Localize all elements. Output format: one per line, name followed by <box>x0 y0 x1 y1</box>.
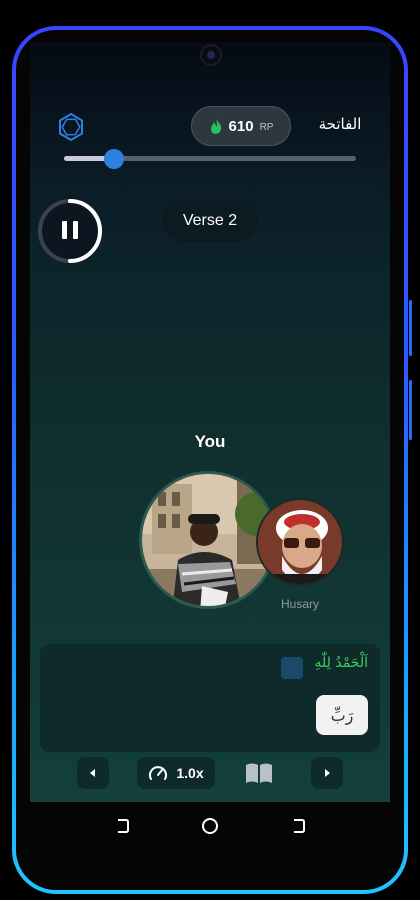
next-button[interactable] <box>311 757 343 789</box>
book-icon <box>246 763 272 783</box>
speed-button[interactable]: 1.0x <box>137 757 215 789</box>
chevron-left-icon <box>90 769 95 777</box>
speed-label: 1.0x <box>176 765 204 781</box>
back-button[interactable] <box>288 816 308 836</box>
word-marker[interactable] <box>281 657 303 679</box>
chevron-right-icon <box>325 769 330 777</box>
verse-arabic-text: اَلْحَمْدُ لِلّٰهِ <box>314 655 369 671</box>
verse-progress-thumb[interactable] <box>103 149 124 169</box>
pause-button[interactable] <box>36 197 104 265</box>
flame-icon <box>210 118 221 134</box>
previous-button[interactable] <box>77 757 109 789</box>
rp-unit: RP <box>259 121 274 133</box>
surah-title[interactable]: الفاتحة <box>305 115 375 133</box>
front-camera <box>200 44 222 66</box>
power-button <box>409 380 412 440</box>
rp-points-badge[interactable]: 610 RP <box>191 106 291 146</box>
volume-button <box>409 300 412 356</box>
rp-value: 610 <box>228 117 254 135</box>
hexagon-logo-icon[interactable] <box>56 112 86 142</box>
speedometer-icon <box>149 766 168 780</box>
reciter-avatar[interactable] <box>256 498 344 586</box>
reciter-name: Husary <box>280 597 319 611</box>
you-label: You <box>194 432 226 451</box>
home-button[interactable] <box>200 816 220 836</box>
mushaf-button[interactable] <box>242 757 276 789</box>
next-word-button[interactable]: رَبِّ <box>316 695 368 735</box>
recent-apps-button[interactable] <box>112 816 132 836</box>
verse-indicator[interactable]: Verse 2 <box>162 200 258 242</box>
